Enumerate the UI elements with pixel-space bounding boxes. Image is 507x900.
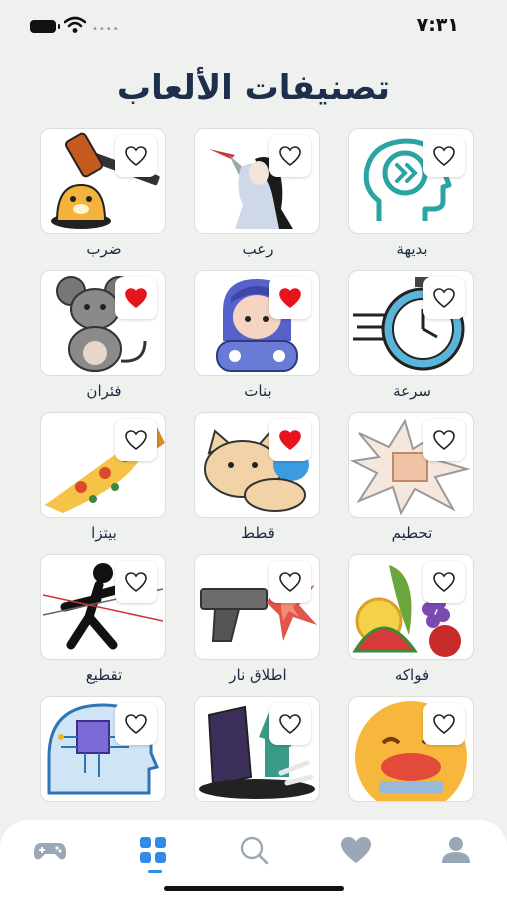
tab-search[interactable] bbox=[234, 830, 274, 870]
category-grid: بديهة رعب ضرب سرعة بنات فئران تحطيم قطط … bbox=[34, 128, 474, 838]
wifi-icon bbox=[64, 16, 86, 33]
category-tile[interactable] bbox=[40, 696, 166, 838]
favorite-button[interactable] bbox=[269, 419, 311, 461]
category-card[interactable] bbox=[40, 554, 166, 660]
category-card[interactable] bbox=[194, 554, 320, 660]
category-label: بنات bbox=[244, 382, 272, 400]
category-card[interactable] bbox=[40, 412, 166, 518]
favorite-button[interactable] bbox=[423, 277, 465, 319]
category-tile[interactable]: تحطيم bbox=[348, 412, 474, 554]
heart-outline-icon bbox=[125, 430, 147, 451]
favorite-button[interactable] bbox=[115, 135, 157, 177]
favorite-button[interactable] bbox=[423, 561, 465, 603]
category-card[interactable] bbox=[348, 270, 474, 376]
favorite-button[interactable] bbox=[423, 419, 465, 461]
heart-outline-icon bbox=[279, 146, 301, 167]
favorite-button[interactable] bbox=[115, 419, 157, 461]
heart-outline-icon bbox=[125, 714, 147, 735]
category-tile[interactable]: فئران bbox=[40, 270, 166, 412]
category-card[interactable] bbox=[40, 128, 166, 234]
category-label: سرعة bbox=[393, 382, 431, 400]
home-indicator bbox=[164, 886, 344, 891]
category-card[interactable] bbox=[348, 696, 474, 802]
category-card[interactable] bbox=[348, 128, 474, 234]
tab-categories[interactable] bbox=[133, 830, 173, 870]
category-tile[interactable]: بديهة bbox=[348, 128, 474, 270]
tab-profile[interactable] bbox=[436, 830, 476, 870]
tab-games[interactable] bbox=[30, 830, 70, 870]
search-icon bbox=[240, 836, 269, 865]
category-tile[interactable]: فواكه bbox=[348, 554, 474, 696]
heart-outline-icon bbox=[433, 430, 455, 451]
heart-filled-icon bbox=[279, 430, 301, 451]
category-label: فئران bbox=[86, 382, 122, 400]
category-label: بيتزا bbox=[91, 524, 117, 542]
signal-dots-icon: •••• bbox=[92, 24, 120, 35]
category-label: تقطيع bbox=[85, 666, 123, 684]
category-tile[interactable] bbox=[348, 696, 474, 838]
category-card[interactable] bbox=[40, 696, 166, 802]
favorite-button[interactable] bbox=[269, 703, 311, 745]
tab-favorites[interactable] bbox=[336, 830, 376, 870]
page-title: تصنيفات الألعاب bbox=[116, 68, 391, 108]
favorite-button[interactable] bbox=[269, 561, 311, 603]
category-tile[interactable]: سرعة bbox=[348, 270, 474, 412]
active-tab-indicator bbox=[148, 870, 162, 873]
category-card[interactable] bbox=[194, 412, 320, 518]
category-card[interactable] bbox=[194, 696, 320, 802]
heart-outline-icon bbox=[433, 146, 455, 167]
heart-outline-icon bbox=[433, 714, 455, 735]
category-label: اطلاق نار bbox=[229, 666, 287, 684]
heart-outline-icon bbox=[125, 146, 147, 167]
category-label: بديهة bbox=[396, 240, 428, 258]
category-card[interactable] bbox=[194, 128, 320, 234]
favorite-button[interactable] bbox=[423, 703, 465, 745]
favorite-button[interactable] bbox=[115, 703, 157, 745]
heart-outline-icon bbox=[125, 572, 147, 593]
category-card[interactable] bbox=[40, 270, 166, 376]
heart-outline-icon bbox=[279, 572, 301, 593]
battery-icon bbox=[30, 20, 60, 33]
heart-filled-icon bbox=[125, 288, 147, 309]
heart-outline-icon bbox=[433, 572, 455, 593]
category-label: فواكه bbox=[394, 666, 430, 684]
favorite-button[interactable] bbox=[115, 277, 157, 319]
category-card[interactable] bbox=[194, 270, 320, 376]
status-time: ٧:٣١ bbox=[416, 14, 459, 36]
category-tile[interactable]: بيتزا bbox=[40, 412, 166, 554]
status-bar: •••• ٧:٣١ bbox=[0, 0, 507, 52]
category-tile[interactable]: اطلاق نار bbox=[194, 554, 320, 696]
category-card[interactable] bbox=[348, 554, 474, 660]
category-label: ضرب bbox=[86, 240, 122, 258]
favorite-button[interactable] bbox=[423, 135, 465, 177]
category-tile[interactable]: بنات bbox=[194, 270, 320, 412]
category-label: قطط bbox=[241, 524, 275, 542]
profile-icon bbox=[442, 837, 470, 863]
gamepad-icon bbox=[34, 843, 66, 860]
heart-icon bbox=[341, 837, 371, 863]
category-card[interactable] bbox=[348, 412, 474, 518]
category-tile[interactable]: قطط bbox=[194, 412, 320, 554]
category-tile[interactable]: رعب bbox=[194, 128, 320, 270]
category-label: تحطيم bbox=[391, 524, 433, 542]
favorite-button[interactable] bbox=[269, 135, 311, 177]
category-tile[interactable]: تقطيع bbox=[40, 554, 166, 696]
category-label: رعب bbox=[242, 240, 274, 258]
heart-filled-icon bbox=[279, 288, 301, 309]
favorite-button[interactable] bbox=[269, 277, 311, 319]
heart-outline-icon bbox=[433, 288, 455, 309]
category-tile[interactable]: ضرب bbox=[40, 128, 166, 270]
heart-outline-icon bbox=[279, 714, 301, 735]
category-tile[interactable] bbox=[194, 696, 320, 838]
grid-categories-icon bbox=[140, 837, 166, 863]
favorite-button[interactable] bbox=[115, 561, 157, 603]
